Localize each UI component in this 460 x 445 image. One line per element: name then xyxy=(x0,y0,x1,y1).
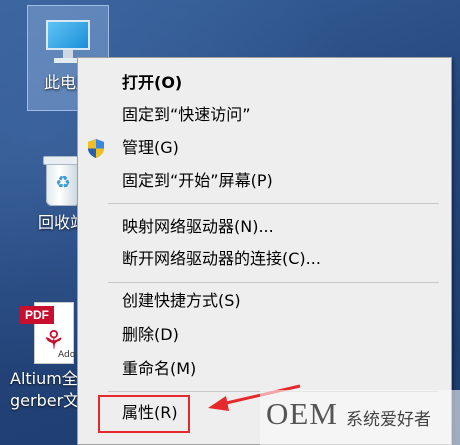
watermark-text: 系统爱好者 xyxy=(346,410,431,430)
menu-item-disconnect-network-drive[interactable]: 断开网络驱动器的连接(C)... xyxy=(78,244,451,274)
menu-item-open[interactable]: 打开(O) xyxy=(78,68,451,98)
menu-item-map-network-drive[interactable]: 映射网络驱动器(N)... xyxy=(78,212,451,242)
menu-separator xyxy=(108,203,439,204)
menu-separator xyxy=(108,282,439,283)
pdf-badge: PDF xyxy=(20,306,54,324)
menu-item-label: 固定到“快速访问” xyxy=(122,105,251,124)
menu-item-delete[interactable]: 删除(D) xyxy=(78,320,451,350)
recycle-bin-icon: ♻ xyxy=(42,154,85,206)
menu-item-label: 打开(O) xyxy=(122,73,183,92)
menu-item-label: 断开网络驱动器的连接(C)... xyxy=(122,249,321,268)
menu-item-label: 固定到“开始”屏幕(P) xyxy=(122,171,273,190)
pdf-subtext: Ado xyxy=(58,350,76,360)
menu-item-label: 删除(D) xyxy=(122,325,179,344)
watermark: OEM 系统爱好者 xyxy=(260,390,460,445)
watermark-brand: OEM xyxy=(266,396,338,431)
pdf-file-icon: PDF ⚘ Ado xyxy=(20,302,76,364)
menu-item-create-shortcut[interactable]: 创建快捷方式(S) xyxy=(78,286,451,316)
uac-shield-icon xyxy=(88,139,104,158)
menu-item-label: 创建快捷方式(S) xyxy=(122,291,241,310)
menu-item-label: 映射网络驱动器(N)... xyxy=(122,217,274,236)
menu-item-pin-start[interactable]: 固定到“开始”屏幕(P) xyxy=(78,166,451,196)
context-menu: 打开(O) 固定到“快速访问” 管理(G) 固定到“开始”屏幕(P) 映射网络驱… xyxy=(77,57,452,445)
menu-item-label: 重命名(M) xyxy=(122,359,197,378)
menu-item-rename[interactable]: 重命名(M) xyxy=(78,354,451,384)
menu-item-label: 管理(G) xyxy=(122,138,179,157)
properties-highlight-box xyxy=(98,395,190,433)
menu-item-pin-quick-access[interactable]: 固定到“快速访问” xyxy=(78,100,451,130)
menu-item-manage[interactable]: 管理(G) xyxy=(78,133,451,163)
